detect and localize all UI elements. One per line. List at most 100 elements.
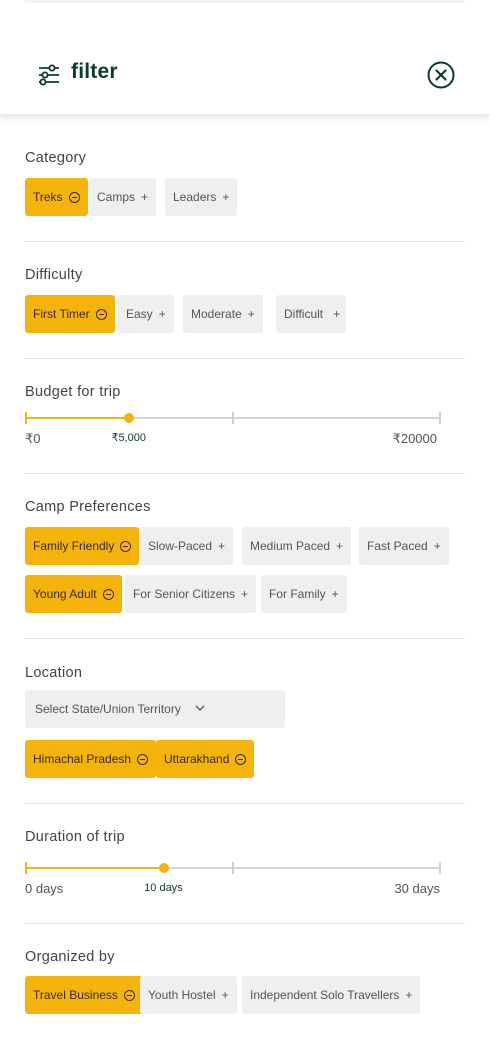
budget-title: Budget for trip [25, 384, 121, 400]
remove-icon [102, 588, 114, 600]
divider [25, 473, 465, 474]
chip-label: Treks [33, 190, 63, 204]
chip-label: Uttarakhand [164, 752, 230, 766]
chip-label: For Senior Citizens [133, 587, 236, 601]
location-section: Location [25, 665, 465, 681]
chip-medium-paced[interactable]: Medium Paced + [242, 527, 352, 565]
chip-for-family[interactable]: For Family + [261, 575, 347, 613]
chip-young-adult[interactable]: Young Adult [25, 575, 122, 613]
plus-icon: + [158, 307, 166, 321]
budget-max-label: ₹20000 [392, 431, 437, 446]
chip-youth-hostel[interactable]: Youth Hostel + [140, 976, 237, 1014]
camp-preferences-section: Camp Preferences [25, 499, 465, 515]
filter-title: filter [71, 60, 118, 83]
plus-icon: + [221, 988, 229, 1002]
plus-icon: + [433, 539, 441, 553]
state-select[interactable]: Select State/Union Territory [25, 690, 285, 728]
chip-independent-solo-travellers[interactable]: Independent Solo Travellers + [242, 976, 421, 1014]
chip-label: Camps [97, 190, 136, 204]
chip-fast-paced[interactable]: Fast Paced + [359, 527, 449, 565]
remove-icon [235, 753, 247, 765]
chip-difficult[interactable]: Difficult + [276, 295, 347, 333]
location-title: Location [25, 665, 83, 681]
chip-family-friendly[interactable]: Family Friendly [25, 527, 140, 565]
plus-icon: + [141, 190, 149, 204]
chip-easy[interactable]: Easy + [118, 295, 174, 333]
camp-preferences-title: Camp Preferences [25, 499, 151, 515]
sliders-icon [39, 64, 59, 86]
duration-section: Duration of trip [25, 829, 465, 845]
chip-label: Moderate [191, 307, 242, 321]
chip-label: Family Friendly [33, 539, 115, 553]
organized-by-title: Organized by [25, 949, 115, 965]
chip-label: Leaders [173, 190, 217, 204]
plus-icon: + [218, 539, 226, 553]
state-select-placeholder: Select State/Union Territory [35, 702, 181, 716]
remove-icon [137, 753, 149, 765]
chip-label: Slow-Paced [148, 539, 213, 553]
plus-icon: + [336, 539, 344, 553]
organized-by-section: Organized by [25, 949, 465, 965]
filter-header: filter [0, 0, 490, 114]
budget-min-label: ₹0 [25, 431, 41, 446]
category-section: Category [25, 150, 465, 166]
slider-tick [25, 412, 27, 424]
chip-camps[interactable]: Camps + [89, 178, 157, 216]
chip-treks[interactable]: Treks [25, 178, 88, 216]
chip-label: For Family [269, 587, 326, 601]
chip-for-senior-citizens[interactable]: For Senior Citizens + [125, 575, 257, 613]
divider [25, 241, 465, 242]
chip-slow-paced[interactable]: Slow-Paced + [140, 527, 234, 565]
plus-icon: + [333, 307, 341, 321]
chip-label: Travel Business [33, 988, 118, 1002]
chip-label: Young Adult [33, 587, 97, 601]
chip-label: Youth Hostel [148, 988, 216, 1002]
slider-tick [25, 862, 27, 874]
plus-icon: + [241, 587, 249, 601]
slider-thumb[interactable] [124, 413, 134, 423]
chip-label: Difficult [284, 307, 324, 321]
divider [25, 358, 465, 359]
plus-icon: + [247, 307, 255, 321]
chip-first-timer[interactable]: First Timer [25, 295, 115, 333]
chip-label: Easy [126, 307, 153, 321]
slider-fill [25, 417, 129, 419]
header-top-divider [25, 0, 465, 3]
remove-icon [123, 989, 135, 1001]
plus-icon: + [405, 988, 413, 1002]
duration-title: Duration of trip [25, 829, 125, 845]
chip-label: Independent Solo Travellers [250, 988, 400, 1002]
chip-travel-business[interactable]: Travel Business [25, 976, 143, 1014]
budget-value-label: ₹5,000 [111, 432, 147, 444]
chip-label: First Timer [33, 307, 90, 321]
plus-icon: + [331, 587, 339, 601]
duration-min-label: 0 days [25, 881, 64, 896]
duration-max-label: 30 days [394, 881, 440, 896]
slider-tick [439, 862, 441, 874]
divider [25, 803, 465, 804]
chip-leaders[interactable]: Leaders + [165, 178, 238, 216]
chip-label: Fast Paced [367, 539, 428, 553]
slider-tick [232, 862, 234, 874]
remove-icon [120, 540, 132, 552]
difficulty-title: Difficulty [25, 267, 83, 283]
plus-icon: + [222, 190, 230, 204]
close-icon[interactable] [427, 61, 455, 89]
category-title: Category [25, 150, 87, 166]
slider-fill [25, 867, 164, 869]
chip-himachal-pradesh[interactable]: Himachal Pradesh [25, 740, 157, 778]
budget-section: Budget for trip [25, 384, 465, 400]
chevron-down-icon [195, 705, 205, 711]
chip-label: Himachal Pradesh [33, 752, 132, 766]
remove-icon [95, 308, 107, 320]
chip-label: Medium Paced [250, 539, 331, 553]
slider-tick [232, 412, 234, 424]
duration-value-label: 10 days [144, 882, 183, 894]
divider [25, 638, 465, 639]
chip-moderate[interactable]: Moderate + [183, 295, 263, 333]
slider-thumb[interactable] [158, 863, 169, 873]
difficulty-section: Difficulty [25, 267, 465, 283]
remove-icon [68, 191, 80, 203]
chip-uttarakhand[interactable]: Uttarakhand [156, 740, 255, 778]
slider-tick [439, 412, 441, 424]
